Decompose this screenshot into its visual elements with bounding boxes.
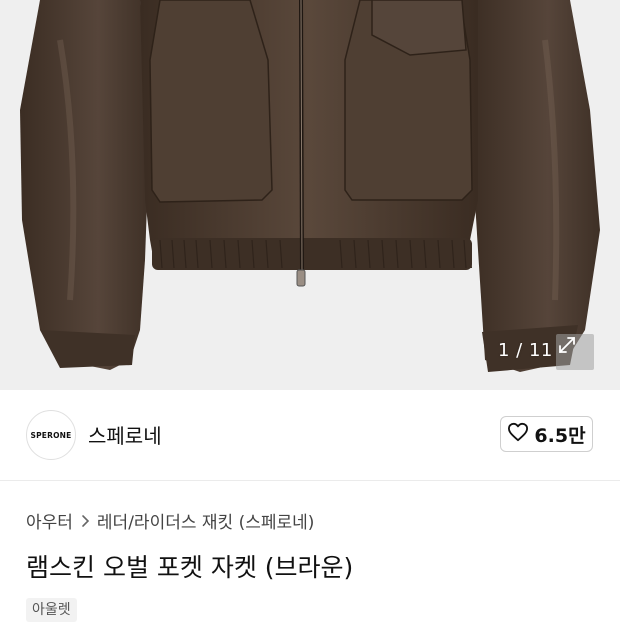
seller-logo[interactable]: SPERONE [26,410,76,460]
breadcrumb-item-subcategory[interactable]: 레더/라이더스 재킷 (스페로네) [97,508,314,533]
seller-row: SPERONE 스페로네 6.5만 [0,390,620,481]
seller-logo-text: SPERONE [30,430,72,440]
expand-image-button[interactable] [556,334,594,370]
gallery-counter: 1 / 11 [498,340,553,361]
product-title: 램스킨 오벌 포켓 자켓 (브라운) [26,553,354,582]
heart-outline-icon [507,422,529,446]
chevron-right-icon [80,514,90,528]
product-image-gallery[interactable]: 1 / 11 [0,0,620,390]
like-button[interactable]: 6.5만 [500,416,593,452]
product-image [0,0,620,390]
breadcrumb: 아우터 레더/라이더스 재킷 (스페로네) [26,508,314,533]
outlet-tag: 아울렛 [26,598,77,622]
breadcrumb-item-category[interactable]: 아우터 [26,508,73,533]
like-count: 6.5만 [534,424,586,447]
seller-name[interactable]: 스페로네 [88,420,162,449]
